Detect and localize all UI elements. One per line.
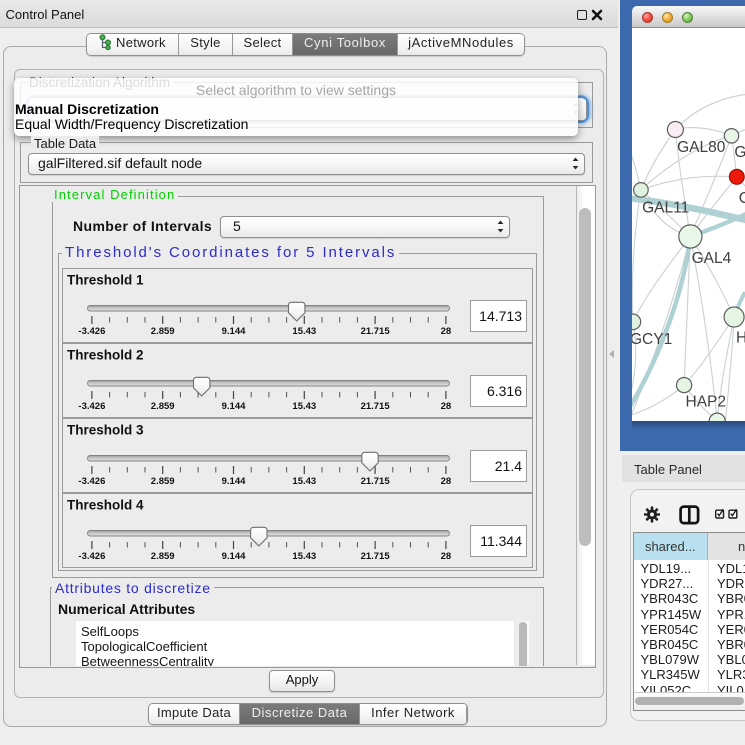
svg-text:2.859: 2.859 (151, 551, 175, 562)
svg-text:-3.426: -3.426 (78, 401, 105, 412)
svg-text:Threshold 1: Threshold 1 (67, 272, 144, 287)
svg-text:Threshold 2: Threshold 2 (67, 347, 144, 362)
svg-text:2.859: 2.859 (151, 401, 175, 412)
svg-text:GAL11: GAL11 (642, 199, 689, 216)
svg-text:21.715: 21.715 (361, 551, 391, 562)
svg-text:28: 28 (441, 401, 452, 412)
svg-text:H: H (736, 329, 745, 346)
svg-text:15.43: 15.43 (292, 476, 316, 487)
svg-text:21.715: 21.715 (361, 326, 391, 337)
svg-text:9.144: 9.144 (222, 476, 246, 487)
svg-text:9.144: 9.144 (222, 326, 246, 337)
svg-text:2.859: 2.859 (151, 326, 175, 337)
svg-text:Threshold 4: Threshold 4 (67, 497, 144, 512)
svg-text:-3.426: -3.426 (78, 476, 105, 487)
svg-text:9.144: 9.144 (222, 401, 246, 412)
svg-text:28: 28 (441, 326, 452, 337)
svg-text:15.43: 15.43 (292, 401, 316, 412)
svg-text:-3.426: -3.426 (78, 551, 105, 562)
svg-text:HAP2: HAP2 (686, 394, 727, 411)
svg-text:15.43: 15.43 (292, 551, 316, 562)
svg-text:-3.426: -3.426 (78, 326, 105, 337)
svg-text:21.715: 21.715 (361, 476, 391, 487)
svg-text:28: 28 (441, 476, 452, 487)
svg-text:C: C (739, 190, 745, 207)
svg-text:28: 28 (441, 551, 452, 562)
svg-text:2.859: 2.859 (151, 476, 175, 487)
svg-text:GAL4: GAL4 (692, 250, 732, 267)
svg-text:21.715: 21.715 (361, 401, 391, 412)
svg-text:Threshold 3: Threshold 3 (67, 422, 144, 437)
svg-text:15.43: 15.43 (292, 326, 316, 337)
svg-text:9.144: 9.144 (222, 551, 246, 562)
svg-text:GCY1: GCY1 (632, 331, 672, 348)
svg-text:GA: GA (734, 144, 745, 161)
svg-text:GAL80: GAL80 (677, 139, 726, 156)
